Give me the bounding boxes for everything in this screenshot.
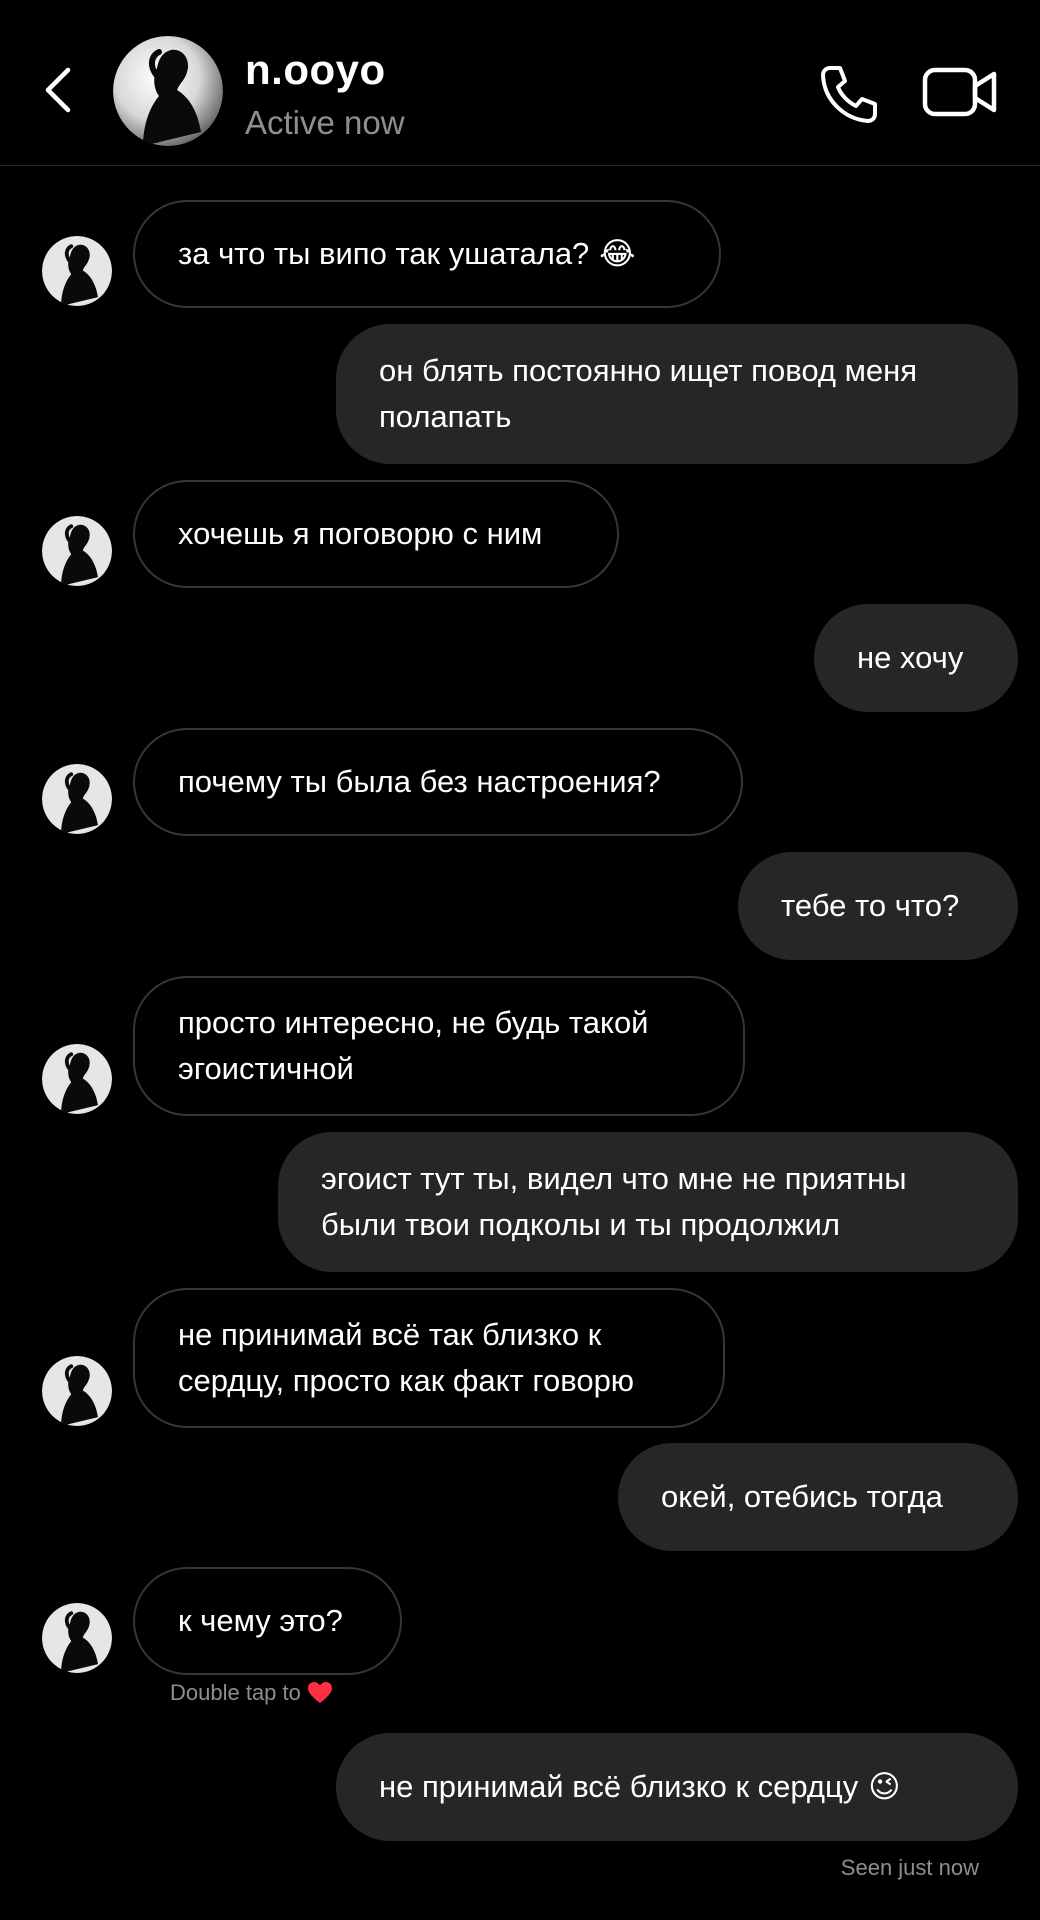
avatar[interactable] bbox=[42, 1044, 112, 1114]
incoming-message[interactable]: хочешь я поговорю с ним bbox=[133, 480, 619, 588]
incoming-message[interactable]: не принимай всё так близко к сердцу, про… bbox=[133, 1288, 725, 1428]
message-text: тебе то что? bbox=[781, 888, 960, 923]
incoming-message[interactable]: к чему это? bbox=[133, 1567, 402, 1675]
message-text: почему ты была без настроения? bbox=[178, 764, 661, 799]
chat-header: n.ooyo Active now bbox=[0, 0, 1040, 166]
avatar[interactable] bbox=[42, 764, 112, 834]
message-text: не хочу bbox=[857, 640, 964, 675]
message-text: он блять постоянно ищет повод меня полап… bbox=[379, 353, 918, 434]
message-text: к чему это? bbox=[178, 1603, 343, 1638]
call-button[interactable] bbox=[816, 62, 882, 128]
avatar[interactable] bbox=[42, 236, 112, 306]
outgoing-message[interactable]: эгоист тут ты, видел что мне не приятны … bbox=[278, 1132, 1018, 1272]
outgoing-message[interactable]: он блять постоянно ищет повод меня полап… bbox=[336, 324, 1018, 464]
incoming-message[interactable]: просто интересно, не будь такой эгоистич… bbox=[133, 976, 745, 1116]
hint-text: Double tap to bbox=[170, 1680, 301, 1705]
avatar[interactable] bbox=[42, 516, 112, 586]
message-text: эгоист тут ты, видел что мне не приятны … bbox=[321, 1161, 907, 1242]
message-text: за что ты випо так ушатала? bbox=[178, 236, 590, 271]
message-text: не принимай всё так близко к сердцу, про… bbox=[178, 1317, 635, 1398]
incoming-message[interactable]: почему ты была без настроения? bbox=[133, 728, 743, 836]
message-text: окей, отебись тогда bbox=[661, 1479, 943, 1514]
message-text: просто интересно, не будь такой эгоистич… bbox=[178, 1005, 649, 1086]
video-call-button[interactable] bbox=[922, 64, 998, 120]
back-button[interactable] bbox=[30, 58, 84, 122]
phone-icon bbox=[821, 66, 877, 123]
seen-receipt: Seen just now bbox=[840, 1855, 979, 1880]
message-text: не принимай всё близко к сердцу bbox=[379, 1769, 859, 1804]
avatar[interactable] bbox=[42, 1356, 112, 1426]
outgoing-message[interactable]: окей, отебись тогда bbox=[618, 1443, 1018, 1551]
avatar[interactable] bbox=[113, 36, 223, 146]
chat-title[interactable]: n.ooyo bbox=[245, 46, 386, 94]
active-status: Active now bbox=[245, 104, 405, 141]
message-emoji: 😉 bbox=[868, 1769, 901, 1805]
outgoing-message[interactable]: не хочу bbox=[814, 604, 1018, 712]
outgoing-message[interactable]: тебе то что? bbox=[738, 852, 1018, 960]
incoming-message[interactable]: за что ты випо так ушатала? 😂 bbox=[133, 200, 721, 308]
heart-icon bbox=[307, 1682, 332, 1703]
message-text: хочешь я поговорю с ним bbox=[178, 516, 543, 551]
outgoing-message[interactable]: не принимай всё близко к сердцу 😉 bbox=[336, 1733, 1018, 1841]
chevron-left-icon bbox=[45, 67, 71, 113]
message-emoji: 😂 bbox=[599, 236, 636, 272]
double-tap-hint: Double tap to bbox=[170, 1680, 333, 1706]
video-camera-icon bbox=[922, 67, 997, 117]
avatar[interactable] bbox=[42, 1603, 112, 1673]
